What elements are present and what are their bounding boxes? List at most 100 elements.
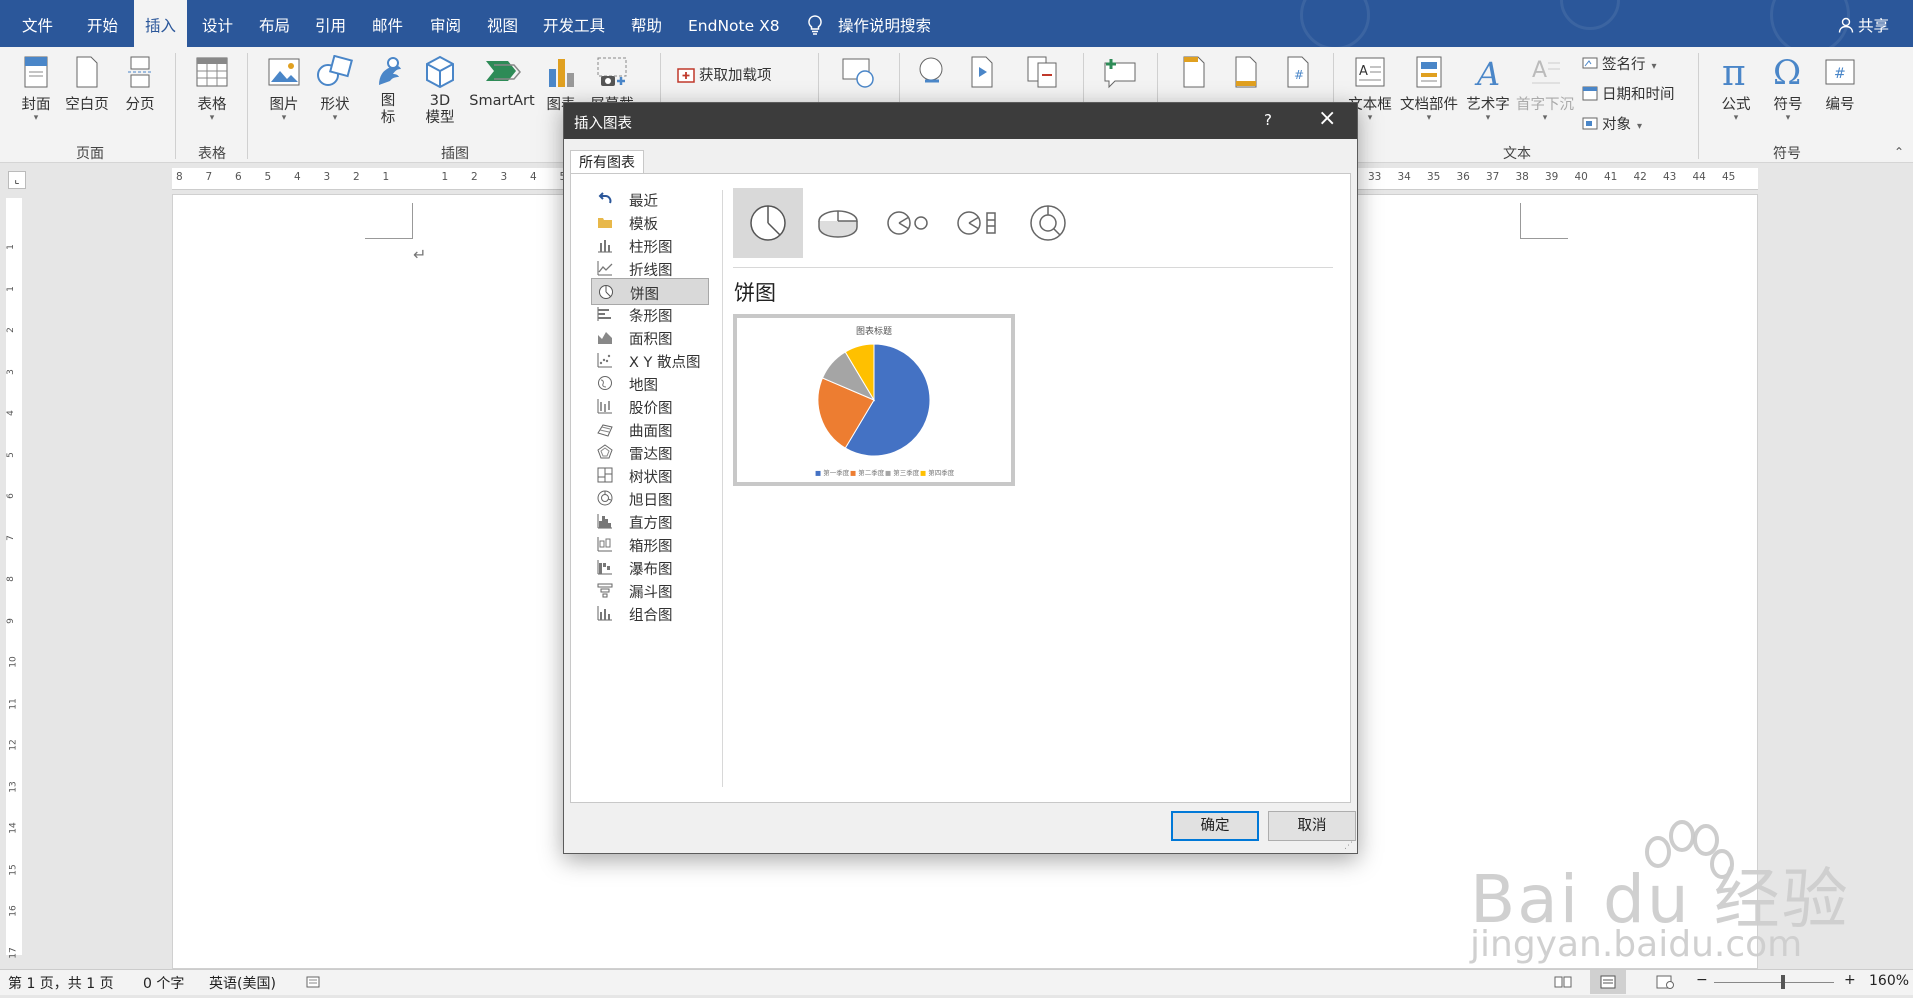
drop-cap-button[interactable]: A 首字下沉 ▾ bbox=[1514, 55, 1576, 123]
comment-button[interactable] bbox=[1098, 55, 1142, 93]
chevron-down-icon: ▾ bbox=[1733, 113, 1739, 123]
tab-file[interactable]: 文件 bbox=[22, 0, 53, 47]
zoom-level[interactable]: 160% bbox=[1869, 973, 1909, 989]
quick-parts-button[interactable]: 文档部件 ▾ bbox=[1398, 55, 1460, 123]
category-label: 条形图 bbox=[629, 309, 673, 325]
cover-page-button[interactable]: 封面 ▾ bbox=[16, 55, 56, 123]
cancel-button[interactable]: 取消 bbox=[1268, 811, 1356, 841]
legend-item-q4: ■ 第四季度 bbox=[920, 469, 955, 477]
page-number-button[interactable]: # bbox=[1280, 55, 1316, 93]
number-icon: # bbox=[1825, 59, 1855, 85]
wordart-button[interactable]: A 艺术字 ▾ bbox=[1464, 55, 1512, 123]
ruler-tick: 34 bbox=[1397, 171, 1411, 183]
subtype-pie[interactable] bbox=[733, 188, 803, 258]
subtype-3d-pie[interactable] bbox=[803, 188, 873, 258]
tab-developer[interactable]: 开发工具 bbox=[543, 0, 605, 47]
tab-all-charts[interactable]: 所有图表 bbox=[570, 150, 644, 174]
tab-design[interactable]: 设计 bbox=[202, 0, 233, 47]
treemap-icon bbox=[597, 467, 613, 483]
tell-me-search[interactable]: 操作说明搜索 bbox=[838, 0, 931, 47]
svg-text:π: π bbox=[1722, 53, 1746, 89]
tab-home[interactable]: 开始 bbox=[87, 0, 118, 47]
shapes-button[interactable]: 形状 ▾ bbox=[313, 55, 357, 123]
date-time-button[interactable]: 日期和时间 bbox=[1582, 83, 1675, 105]
collapse-ribbon-icon[interactable]: ⌃ bbox=[1894, 145, 1904, 159]
tab-layout[interactable]: 布局 bbox=[259, 0, 290, 47]
tab-mailings[interactable]: 邮件 bbox=[372, 0, 403, 47]
ruler-tick: 8 bbox=[176, 171, 183, 183]
page-break-button[interactable]: 分页 bbox=[118, 55, 162, 114]
table-button[interactable]: 表格 ▾ bbox=[190, 55, 234, 123]
tab-help[interactable]: 帮助 bbox=[631, 0, 662, 47]
zoom-in-icon[interactable]: + bbox=[1844, 972, 1856, 988]
3d-models-button[interactable]: 3D 模型 bbox=[418, 55, 462, 127]
header-button[interactable] bbox=[1176, 55, 1212, 93]
tab-review[interactable]: 审阅 bbox=[430, 0, 461, 47]
tab-insert[interactable]: 插入 bbox=[134, 0, 188, 47]
vertical-ruler[interactable]: 1 1 2 3 4 5 6 7 8 9 10 11 12 13 14 15 16 17 bbox=[0, 190, 26, 970]
category-label: 股价图 bbox=[629, 401, 673, 417]
picture-label: 图片 bbox=[269, 97, 299, 113]
table-icon bbox=[196, 57, 228, 87]
tab-selector[interactable]: ⌞ bbox=[8, 171, 26, 189]
tab-references[interactable]: 引用 bbox=[315, 0, 346, 47]
zoom-slider-thumb[interactable] bbox=[1781, 975, 1785, 989]
word-count[interactable]: 0 个字 bbox=[143, 973, 184, 993]
language[interactable]: 英语(美国) bbox=[209, 973, 276, 993]
svg-text:#: # bbox=[1294, 68, 1304, 82]
cross-reference-button[interactable] bbox=[1022, 55, 1062, 93]
picture-button[interactable]: 图片 ▾ bbox=[262, 55, 306, 123]
dialog-title-bar[interactable]: 插入图表 ? × bbox=[564, 103, 1357, 139]
ruler-tick: 1 bbox=[5, 285, 16, 292]
svg-text:A: A bbox=[1532, 58, 1547, 83]
get-addins-button[interactable]: 获取加载项 bbox=[677, 64, 772, 87]
object-button[interactable]: 对象 ▾ bbox=[1582, 113, 1642, 135]
ok-button[interactable]: 确定 bbox=[1171, 811, 1259, 841]
link-button[interactable] bbox=[912, 55, 952, 93]
category-label: 组合图 bbox=[629, 608, 673, 624]
equation-button[interactable]: π 公式 ▾ bbox=[1712, 53, 1760, 123]
signature-line-button[interactable]: 签名行 ▾ bbox=[1582, 53, 1657, 75]
drop-cap-label: 首字下沉 bbox=[1516, 97, 1574, 113]
web-layout-icon[interactable] bbox=[1656, 975, 1674, 993]
chevron-down-icon: ▾ bbox=[332, 113, 338, 123]
read-mode-icon[interactable] bbox=[1554, 975, 1572, 993]
subtype-doughnut[interactable] bbox=[1013, 188, 1083, 258]
smartart-button[interactable]: SmartArt bbox=[466, 55, 538, 109]
zoom-out-icon[interactable]: − bbox=[1696, 972, 1708, 988]
ruler-tick: 17 bbox=[8, 946, 19, 959]
zoom-slider[interactable] bbox=[1714, 982, 1834, 983]
ruler-tick: 7 bbox=[205, 171, 213, 183]
ruler-tick: 1 bbox=[5, 244, 16, 250]
numbering-button[interactable]: # 编号 bbox=[1818, 55, 1862, 114]
chart-preview[interactable]: 图表标题 ■ 第一季度 ■ 第二季度 ■ 第三季度 ■ 第四季度 bbox=[733, 314, 1015, 486]
symbol-button[interactable]: Ω 符号 ▾ bbox=[1764, 53, 1812, 123]
page-count[interactable]: 第 1 页，共 1 页 bbox=[8, 973, 114, 993]
resize-grip-icon[interactable]: ⋰ bbox=[1344, 841, 1353, 851]
ruler-tick: 7 bbox=[5, 534, 16, 541]
subtype-pie-of-pie[interactable] bbox=[873, 188, 943, 258]
paragraph-mark-icon: ↵ bbox=[413, 245, 427, 264]
online-video-button[interactable] bbox=[838, 55, 878, 93]
category-combo[interactable]: 组合图 bbox=[591, 600, 709, 627]
bookmark-button[interactable] bbox=[964, 55, 1000, 93]
help-button[interactable]: ? bbox=[1264, 111, 1272, 129]
legend-label: 第三季度 bbox=[893, 469, 920, 477]
subtype-bar-of-pie[interactable] bbox=[943, 188, 1013, 258]
store-icon bbox=[677, 65, 695, 87]
wordart-icon: A bbox=[1474, 55, 1500, 89]
page-break-label: 分页 bbox=[125, 97, 155, 113]
footer-button[interactable] bbox=[1228, 55, 1264, 93]
tab-endnote[interactable]: EndNote X8 bbox=[688, 0, 780, 47]
chevron-down-icon: ▾ bbox=[1426, 113, 1432, 123]
share-button[interactable]: 共享 bbox=[1858, 0, 1889, 47]
lightbulb-icon[interactable] bbox=[806, 15, 824, 39]
icons-button[interactable]: 图 标 bbox=[368, 55, 408, 127]
macro-icon[interactable] bbox=[306, 975, 320, 993]
print-layout-icon[interactable] bbox=[1590, 970, 1626, 994]
quick-parts-icon bbox=[1416, 56, 1442, 88]
tab-view[interactable]: 视图 bbox=[487, 0, 518, 47]
blank-page-button[interactable]: 空白页 bbox=[62, 55, 112, 114]
close-icon[interactable]: × bbox=[1318, 106, 1336, 131]
user-icon[interactable] bbox=[1838, 17, 1854, 37]
